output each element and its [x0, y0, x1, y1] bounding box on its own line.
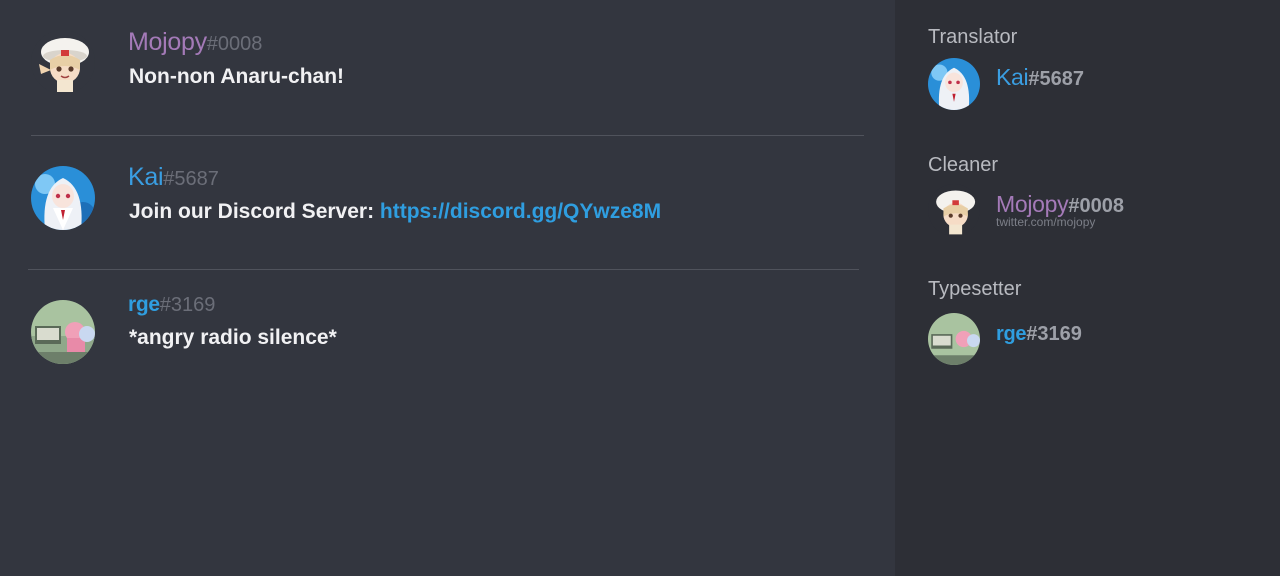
username-text[interactable]: Kai — [996, 64, 1029, 90]
username-text[interactable]: rge — [128, 293, 160, 316]
discord-invite-link[interactable]: https://discord.gg/QYwze8M — [380, 200, 661, 223]
message-text-prefix: Join our Discord Server: — [129, 200, 380, 223]
user-tag: #5687 — [1028, 68, 1084, 90]
white-hair-girl-avatar[interactable] — [928, 58, 980, 110]
credit-subtitle[interactable]: twitter.com/mojopy — [996, 215, 1095, 229]
username-text[interactable]: Kai — [128, 163, 164, 191]
credit-username[interactable]: rge#3169 — [996, 323, 1082, 346]
app-root: Mojopy#0008 Non-non Anaru-chan! Kai#5687… — [0, 0, 1280, 576]
message-username[interactable]: rge#3169 — [128, 293, 215, 317]
credit-username[interactable]: Mojopy#0008 — [996, 191, 1124, 218]
user-tag: #3169 — [1026, 323, 1082, 345]
message-text: *angry radio silence* — [129, 326, 337, 349]
chat-area: Mojopy#0008 Non-non Anaru-chan! Kai#5687… — [0, 0, 895, 576]
username-text[interactable]: Mojopy — [996, 191, 1069, 217]
message-text: Non-non Anaru-chan! — [129, 65, 345, 88]
green-scene-avatar[interactable] — [928, 313, 980, 365]
user-tag: #0008 — [1068, 195, 1124, 217]
message-text: Join our Discord Server: https://discord… — [129, 200, 661, 224]
user-tag: #0008 — [206, 33, 263, 55]
green-scene-avatar[interactable] — [31, 300, 95, 364]
message-divider — [31, 135, 864, 136]
chibi-white-hat-avatar[interactable] — [928, 184, 980, 236]
user-tag: #3169 — [159, 294, 216, 316]
message-username[interactable]: Kai#5687 — [128, 163, 219, 192]
user-tag: #5687 — [163, 168, 219, 190]
credit-username[interactable]: Kai#5687 — [996, 64, 1084, 91]
role-label-cleaner: Cleaner — [928, 154, 999, 176]
role-label-translator: Translator — [928, 26, 1018, 48]
chibi-white-hat-avatar[interactable] — [31, 30, 95, 94]
message-username[interactable]: Mojopy#0008 — [128, 28, 262, 57]
username-text[interactable]: Mojopy — [128, 28, 207, 56]
role-label-typesetter: Typesetter — [928, 278, 1022, 300]
message-divider — [28, 269, 859, 270]
username-text[interactable]: rge — [996, 323, 1027, 345]
white-hair-girl-avatar[interactable] — [31, 166, 95, 230]
